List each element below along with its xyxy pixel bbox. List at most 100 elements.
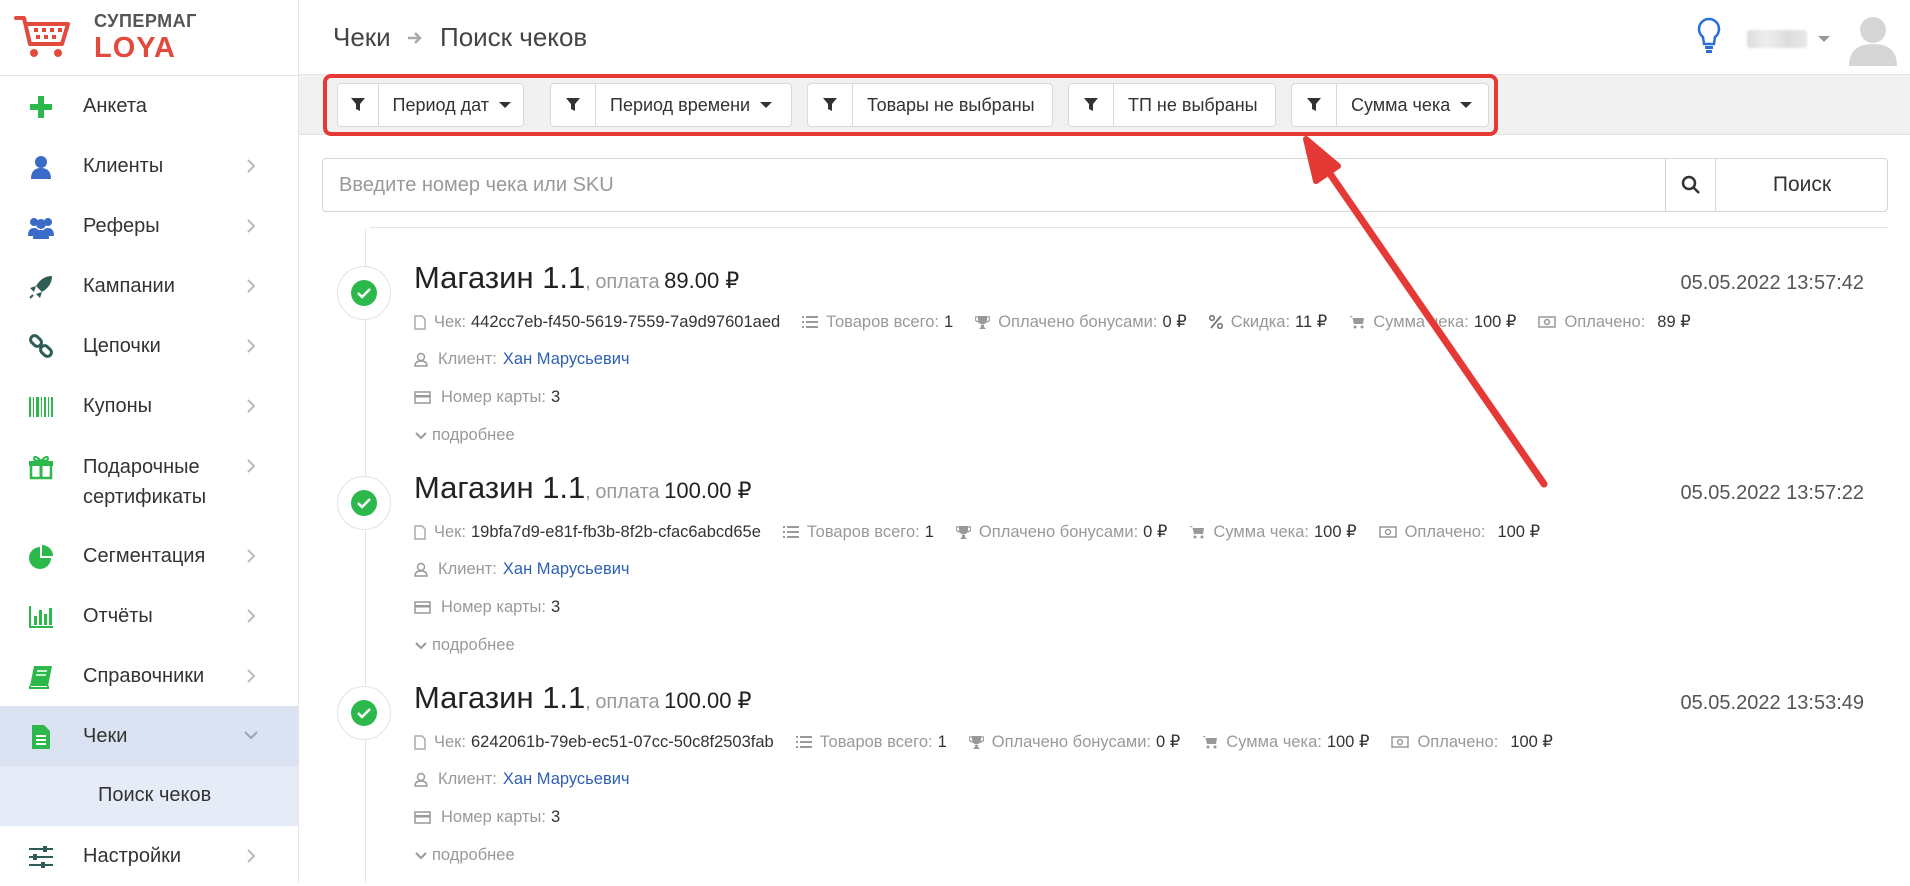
meta-value: 11 ₽ [1295, 313, 1328, 331]
card-value: 3 [550, 598, 561, 616]
details-toggle[interactable]: подробнее [414, 846, 515, 865]
receipt-item: Магазин 1.1, оплата 89.00 ₽ 05.05.2022 1… [299, 250, 1910, 460]
meta-value: 0 ₽ [1156, 733, 1181, 751]
sidebar-item-segmentation[interactable]: Сегментация [0, 526, 298, 586]
meta-label: Оплачено: [1404, 522, 1486, 541]
meta-label: Чек: [434, 732, 466, 751]
client-link[interactable]: Хан Марусьевич [503, 350, 630, 369]
user-outline-icon [414, 772, 428, 787]
search-icon-button[interactable] [1665, 159, 1716, 211]
arrow-right-icon [408, 32, 422, 44]
receipt-meta: Чек: 442cc7eb-f450-5619-7559-7a9d97601aed… [414, 312, 1713, 332]
caret-down-icon [499, 102, 511, 108]
cart-icon [1349, 316, 1365, 329]
logo-text-bottom: LOYA [94, 32, 176, 64]
bar-chart-icon [29, 606, 53, 628]
meta-label: Оплачено бонусами: [978, 522, 1139, 541]
filter-receipt-sum[interactable]: Сумма чека [1291, 83, 1489, 127]
breadcrumb-receipts[interactable]: Чеки [333, 22, 391, 53]
sidebar-item-label: Отчёты [83, 605, 153, 627]
meta-label: Скидка: [1230, 312, 1291, 331]
meta-label: Чек: [434, 522, 466, 541]
meta-value: 100 ₽ [1326, 733, 1370, 751]
receipt-item: Магазин 1.1, оплата 100.00 ₽ 05.05.2022 … [299, 670, 1910, 880]
avatar[interactable] [1847, 12, 1899, 66]
filter-label: Период дат [392, 94, 490, 115]
plus-icon [30, 96, 52, 118]
meta-value: 6242061b-79eb-ec51-07cc-50c8f2503fab [470, 732, 774, 751]
trophy-icon [975, 315, 991, 329]
filter-time-period[interactable]: Период времени [550, 83, 792, 127]
money-icon [1378, 526, 1397, 538]
meta-label: Оплачено бонусами: [991, 732, 1152, 751]
filter-products[interactable]: Товары не выбраны [807, 83, 1053, 127]
chevron-right-icon [247, 279, 256, 293]
username-blurred[interactable] [1747, 30, 1807, 48]
check-icon [351, 700, 377, 726]
file-icon [414, 314, 426, 330]
meta-receipt-id: Чек: 19bfa7d9-e81f-fb3b-8f2b-cfac6abcd65e [414, 523, 761, 542]
sidebar-item-chains[interactable]: Цепочки [0, 316, 298, 376]
store-name: Магазин 1.1 [414, 470, 586, 505]
details-toggle[interactable]: подробнее [414, 426, 515, 445]
receipt-datetime: 05.05.2022 13:57:22 [1680, 482, 1864, 504]
sidebar-item-settings[interactable]: Настройки [0, 826, 298, 886]
client-link[interactable]: Хан Марусьевич [503, 770, 630, 789]
receipt-card: Номер карты: 3 [414, 388, 560, 407]
chevron-right-icon [247, 849, 256, 863]
receipt-client: Клиент: Хан Марусьевич [414, 560, 630, 579]
chain-icon [29, 334, 53, 358]
receipt-card: Номер карты: 3 [414, 808, 560, 827]
payment-amount: 100.00 ₽ [664, 688, 752, 713]
search-input[interactable] [323, 159, 1665, 211]
receipt-item: Магазин 1.1, оплата 100.00 ₽ 05.05.2022 … [299, 460, 1910, 670]
sidebar-nav: Анкета Клиенты Реферы Кампании Цепочки К… [0, 76, 298, 886]
meta-value: 19bfa7d9-e81f-fb3b-8f2b-cfac6abcd65e [470, 522, 761, 541]
breadcrumb-current: Поиск чеков [440, 22, 588, 52]
receipt-title: Магазин 1.1, оплата 100.00 ₽ [414, 470, 752, 506]
sidebar-item-label: Кампании [83, 275, 175, 297]
sidebar-item-label: Анкета [83, 95, 147, 117]
filter-icon [1292, 84, 1337, 126]
search-button[interactable]: Поиск [1715, 159, 1888, 211]
client-link[interactable]: Хан Марусьевич [503, 560, 630, 579]
filter-icon [808, 84, 853, 126]
sidebar-item-reports[interactable]: Отчёты [0, 586, 298, 646]
meta-label: Товаров всего: [826, 312, 940, 331]
file-icon [414, 524, 426, 540]
list-icon [802, 316, 819, 328]
credit-card-icon [414, 601, 431, 614]
gift-icon [29, 455, 53, 480]
meta-paid: Оплачено: 100 ₽ [1391, 732, 1553, 752]
logo[interactable]: СУПЕРМАГ LOYA [0, 0, 298, 76]
users-icon [28, 218, 54, 239]
chevron-right-icon [247, 669, 256, 683]
caret-down-icon[interactable] [1818, 36, 1830, 42]
sidebar-subitem-receipt-search[interactable]: Поиск чеков [0, 766, 298, 826]
sidebar-item-anketa[interactable]: Анкета [0, 76, 298, 136]
divider [370, 227, 1888, 228]
filter-bar: Период дат Период времени Товары не выбр… [299, 75, 1910, 135]
sidebar-item-campaigns[interactable]: Кампании [0, 256, 298, 316]
check-icon [351, 490, 377, 516]
sidebar-item-receipts[interactable]: Чеки [0, 706, 298, 766]
filter-date-period[interactable]: Период дат [337, 83, 524, 127]
meta-receipt-sum: Сумма чека: 100 ₽ [1189, 522, 1357, 542]
details-toggle[interactable]: подробнее [414, 636, 515, 655]
lightbulb-icon[interactable] [1697, 17, 1721, 55]
meta-value: 1 [944, 312, 954, 331]
meta-label: Оплачено: [1417, 732, 1499, 751]
status-check [337, 476, 391, 530]
sidebar-item-gift-certificates[interactable]: Подарочные сертификаты [0, 436, 298, 526]
meta-value: 0 ₽ [1143, 523, 1168, 541]
sidebar-item-directories[interactable]: Справочники [0, 646, 298, 706]
trophy-icon [968, 735, 984, 749]
filter-outlets[interactable]: ТП не выбраны [1068, 83, 1276, 127]
store-name: Магазин 1.1 [414, 260, 586, 295]
meta-label: Товаров всего: [806, 522, 920, 541]
trophy-icon [955, 525, 971, 539]
sidebar-item-coupons[interactable]: Купоны [0, 376, 298, 436]
sidebar-item-clients[interactable]: Клиенты [0, 136, 298, 196]
sidebar-item-referrers[interactable]: Реферы [0, 196, 298, 256]
sidebar-item-label: Клиенты [83, 155, 164, 177]
